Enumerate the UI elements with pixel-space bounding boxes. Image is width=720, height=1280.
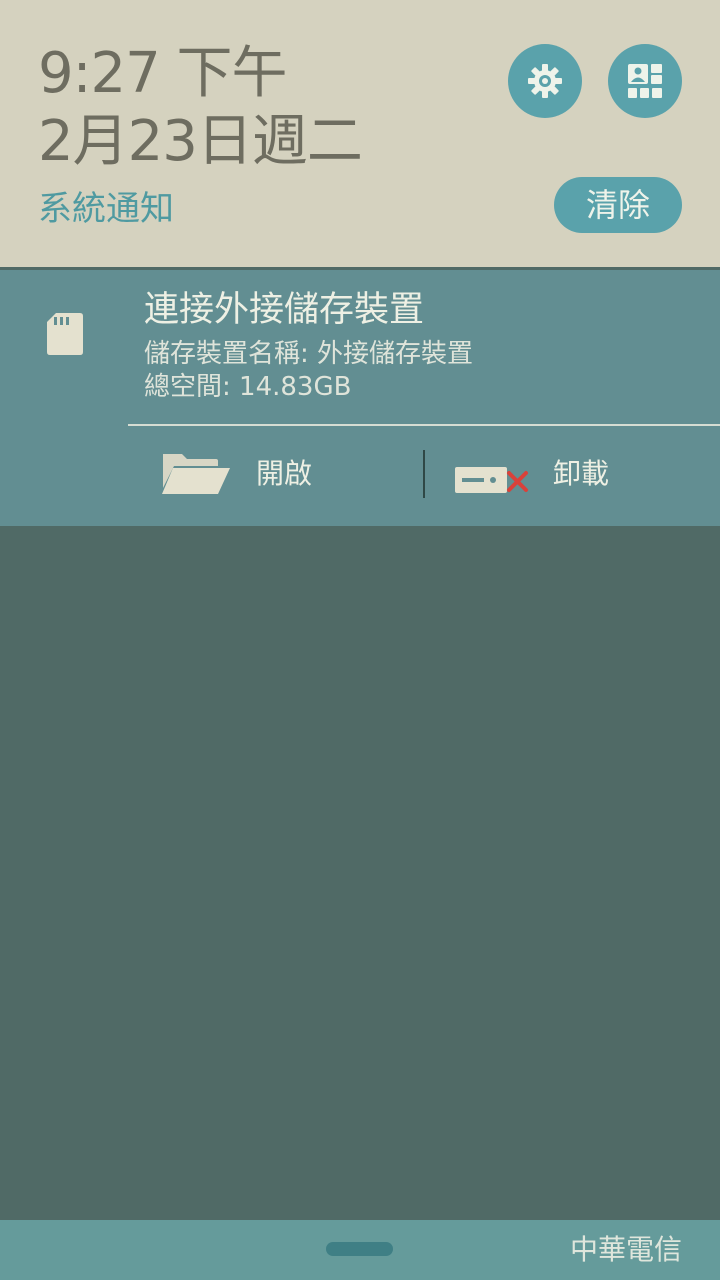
carrier-name: 中華電信 (569, 1233, 682, 1266)
open-button[interactable]: 開啟 (160, 446, 360, 502)
sd-card-icon (46, 312, 84, 360)
storage-name-text: 儲存裝置名稱: 外接儲存裝置 (144, 339, 474, 369)
notification-title: 連接外接儲存裝置 (144, 290, 425, 330)
eject-drive-icon (455, 467, 528, 493)
unmount-button-label: 卸載 (553, 457, 610, 490)
action-separator (423, 450, 425, 498)
clear-all-button[interactable]: 清除 (554, 177, 682, 233)
date-label: 2月23日週二 (38, 109, 363, 174)
folder-open-icon (162, 454, 230, 494)
system-notifications-label: 系統通知 (38, 189, 174, 229)
total-space-text: 總空間: 14.83GB (144, 372, 352, 402)
unmount-button[interactable]: 卸載 (452, 446, 652, 502)
settings-button[interactable] (508, 44, 582, 118)
quick-settings-icon (628, 64, 662, 98)
clock-time: 9:27 下午 (38, 41, 288, 106)
gear-icon (528, 64, 562, 98)
quick-settings-button[interactable] (608, 44, 682, 118)
notification-divider (128, 424, 720, 426)
open-button-label: 開啟 (256, 457, 313, 490)
shade-drag-handle[interactable] (326, 1242, 393, 1256)
